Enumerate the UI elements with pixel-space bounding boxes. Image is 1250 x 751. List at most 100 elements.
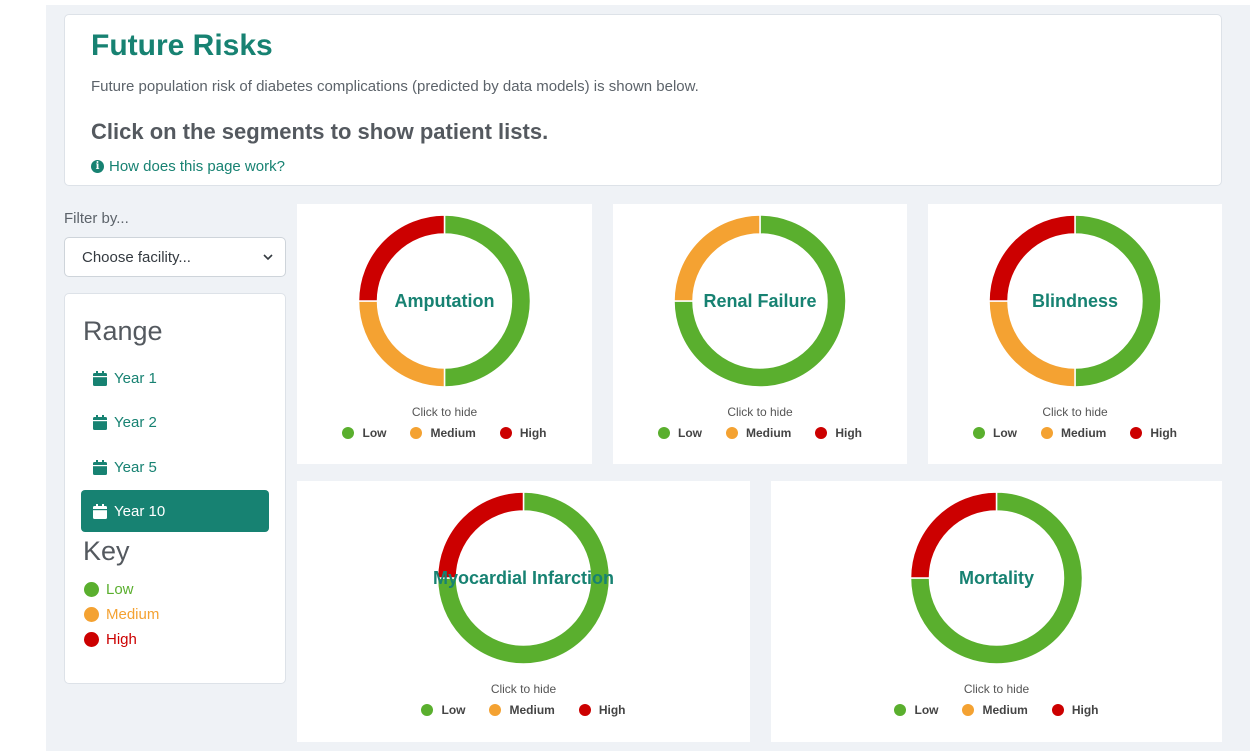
donut-segment-high[interactable] [436, 491, 525, 579]
donut-segment-medium[interactable] [357, 300, 446, 388]
legend-label: High [519, 426, 547, 440]
legend-label: Low [992, 426, 1017, 440]
donut-chart: Blindness [988, 214, 1162, 388]
click-to-hide-label: Click to hide [490, 682, 557, 696]
legend-label: High [598, 703, 626, 717]
chart-card-myocardial-infarction: Myocardial Infarction Click to hide Low Med… [297, 481, 750, 742]
page-instruction: Click on the segments to show patient li… [91, 119, 549, 144]
medium-dot-icon [410, 427, 423, 439]
donut-segment-high[interactable] [988, 214, 1076, 302]
chart-card-mortality: Mortality Click to hide Low Medium High [771, 481, 1222, 742]
legend-item-medium[interactable]: Medium [725, 426, 792, 440]
low-dot-icon [894, 704, 907, 716]
chart-legend: Low Medium High [613, 426, 907, 440]
medium-dot-icon [489, 704, 502, 716]
donut-segment-high[interactable] [357, 214, 446, 302]
donut-segment-high[interactable] [909, 491, 998, 579]
legend-item-low[interactable]: Low [972, 426, 1017, 440]
high-dot-icon [1130, 427, 1143, 439]
legend-item-low[interactable]: Low [342, 426, 386, 440]
legend-label: Medium [430, 426, 476, 440]
chart-legend: Low Medium High [928, 426, 1222, 440]
chart-title: Mortality [959, 568, 1034, 588]
medium-dot-icon [1040, 427, 1053, 439]
info-icon: i [91, 160, 104, 173]
donut-segment-medium[interactable] [988, 300, 1076, 388]
high-dot-icon [578, 704, 591, 716]
low-dot-icon [657, 427, 670, 439]
legend-label: Low [441, 703, 466, 717]
chart-legend: Low Medium High [297, 703, 750, 717]
legend-item-medium[interactable]: Medium [1040, 426, 1107, 440]
legend-label: High [835, 426, 862, 440]
calendar-icon [93, 370, 107, 386]
high-dot-icon [499, 427, 512, 439]
range-item-label: Year 5 [114, 458, 157, 476]
range-item-label: Year 2 [114, 413, 157, 431]
key-item-label: Low [106, 581, 134, 598]
legend-label: Low [362, 426, 387, 440]
legend-item-medium[interactable]: Medium [962, 703, 1028, 717]
key-item-medium: Medium [84, 606, 159, 623]
legend-item-low[interactable]: Low [657, 426, 702, 440]
legend-item-high[interactable]: High [815, 426, 862, 440]
legend-item-medium[interactable]: Medium [489, 703, 555, 717]
high-dot-icon [84, 632, 99, 647]
range-title: Range [83, 316, 163, 346]
donut-chart: Myocardial Infarction [433, 491, 614, 665]
range-item-label: Year 10 [114, 502, 166, 520]
help-link-label: How does this page work? [109, 158, 285, 175]
range-card: Range Year 1 Year 2 Year 5 Year 10 Key L… [64, 293, 286, 684]
legend-item-low[interactable]: Low [421, 703, 465, 717]
range-item-year-5[interactable]: Year 5 [81, 446, 269, 488]
high-dot-icon [815, 427, 828, 439]
chart-card-renal-failure: Renal Failure Click to hide Low Medium High [613, 204, 907, 464]
chart-legend: Low Medium High [297, 426, 592, 440]
range-item-year-10[interactable]: Year 10 [81, 490, 269, 532]
key-item-low: Low [84, 581, 134, 598]
donut-chart: Mortality [909, 491, 1084, 665]
page-description: Future population risk of diabetes compl… [91, 78, 699, 95]
range-item-year-1[interactable]: Year 1 [81, 357, 269, 399]
legend-label: High [1071, 703, 1099, 717]
page-title: Future Risks [91, 29, 273, 62]
chart-title: Amputation [395, 291, 495, 311]
filter-label: Filter by... [64, 210, 129, 227]
key-title: Key [83, 536, 130, 566]
legend-label: Medium [745, 426, 792, 440]
medium-dot-icon [84, 607, 99, 622]
help-link[interactable]: i How does this page work? [91, 158, 285, 175]
click-to-hide-label: Click to hide [963, 682, 1030, 696]
low-dot-icon [84, 582, 99, 597]
donut-chart: Renal Failure [673, 214, 847, 388]
legend-label: Medium [1060, 426, 1107, 440]
donut-chart: Amputation [357, 214, 532, 388]
click-to-hide-label: Click to hide [1042, 405, 1108, 419]
facility-select-value: Choose facility... [82, 248, 191, 266]
low-dot-icon [972, 427, 985, 439]
low-dot-icon [421, 704, 434, 716]
low-dot-icon [342, 427, 355, 439]
legend-item-high[interactable]: High [499, 426, 547, 440]
chart-card-amputation: Amputation Click to hide Low Medium High [297, 204, 592, 464]
legend-label: Low [914, 703, 939, 717]
header-card: Future Risks Future population risk of d… [64, 14, 1222, 186]
legend-item-medium[interactable]: Medium [410, 426, 476, 440]
calendar-icon [93, 503, 107, 519]
facility-select[interactable]: Choose facility... [64, 237, 286, 277]
key-item-high: High [84, 631, 137, 648]
legend-label: Medium [982, 703, 1028, 717]
range-item-year-2[interactable]: Year 2 [81, 401, 269, 443]
legend-item-high[interactable]: High [578, 703, 626, 717]
click-to-hide-label: Click to hide [411, 405, 478, 419]
legend-item-low[interactable]: Low [894, 703, 938, 717]
legend-item-high[interactable]: High [1051, 703, 1099, 717]
medium-dot-icon [725, 427, 738, 439]
chart-title: Myocardial Infarction [433, 568, 614, 588]
legend-label: Low [677, 426, 702, 440]
donut-segment-medium[interactable] [673, 214, 761, 302]
calendar-icon [93, 414, 107, 430]
legend-item-high[interactable]: High [1130, 426, 1177, 440]
chart-title: Blindness [1032, 291, 1118, 311]
legend-label: Medium [509, 703, 555, 717]
